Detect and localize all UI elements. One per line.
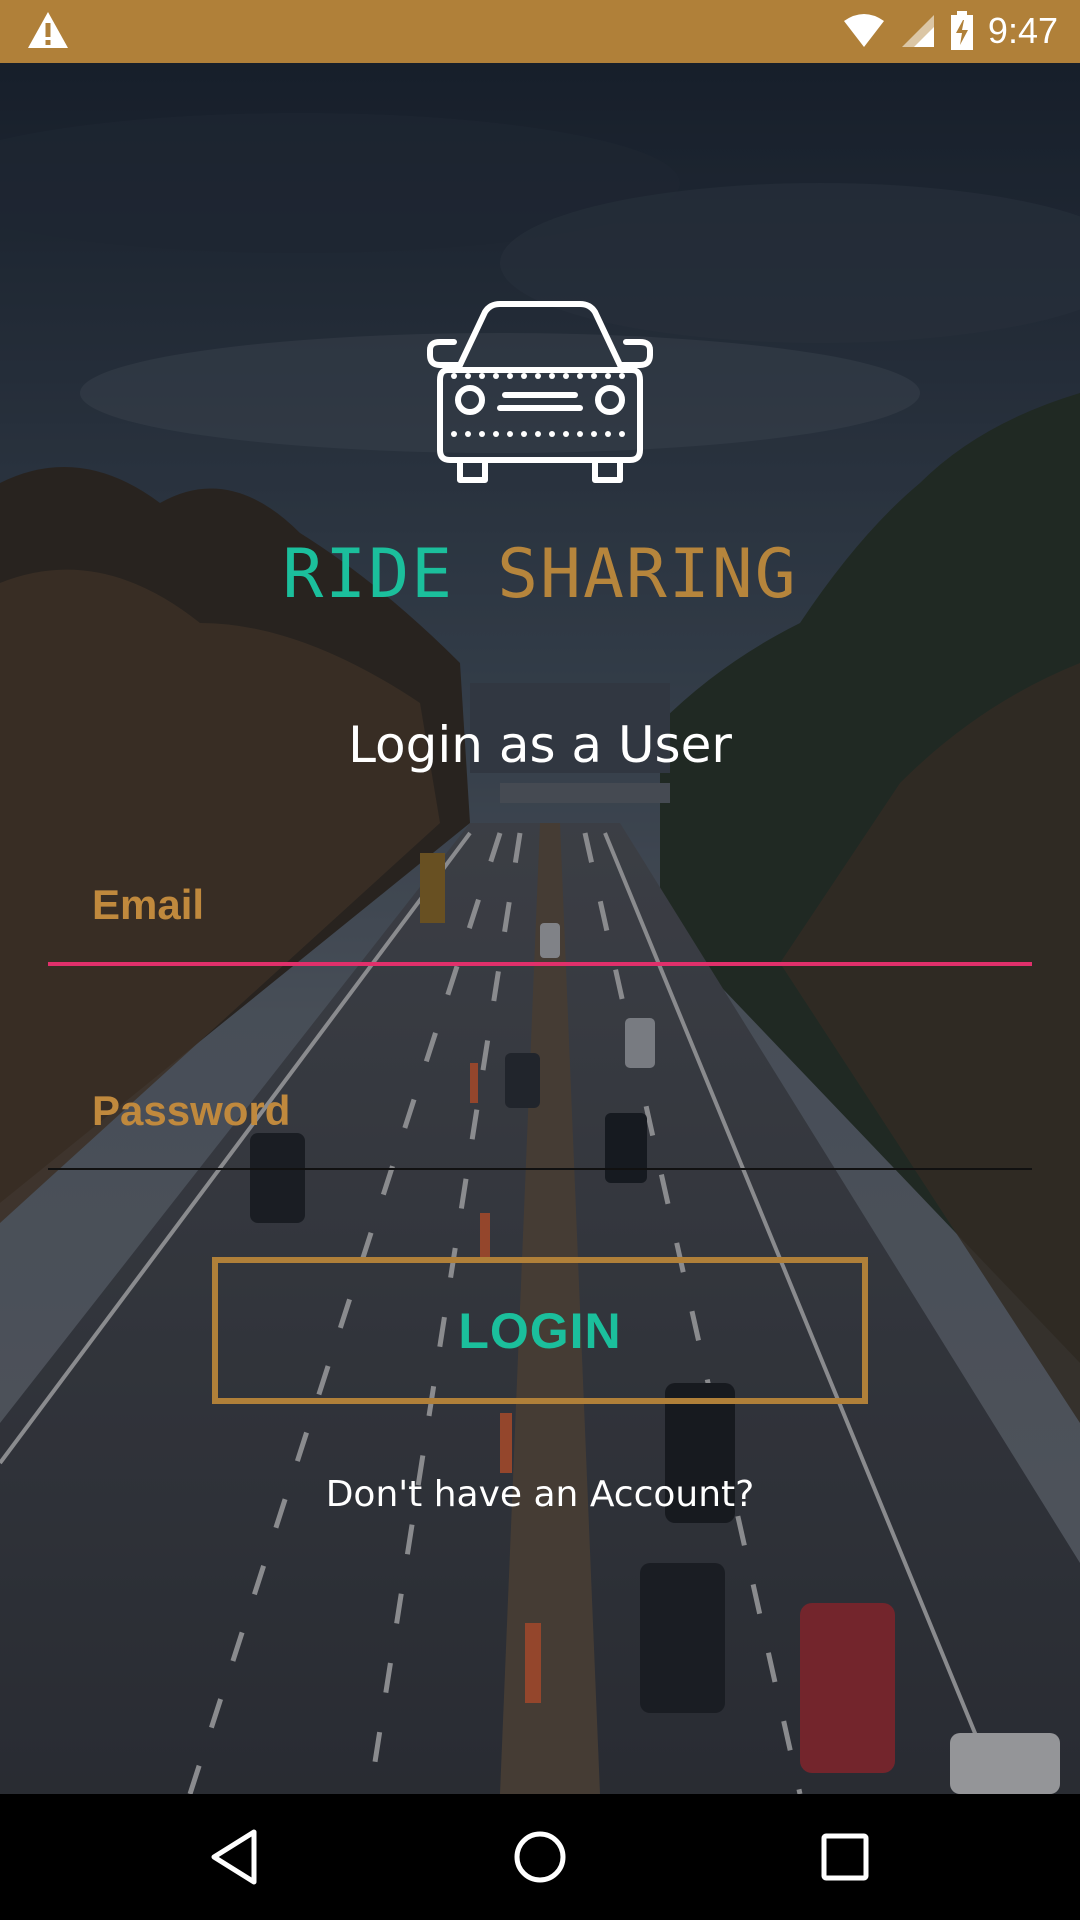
wifi-icon	[843, 14, 884, 47]
recents-icon[interactable]	[810, 1822, 880, 1892]
app-title-sharing: SHARING	[497, 535, 798, 614]
signal-icon	[901, 15, 934, 47]
back-icon[interactable]	[202, 1822, 272, 1892]
email-input[interactable]	[48, 860, 1032, 950]
clock-time: 9:47	[987, 10, 1058, 51]
car-logo-icon	[427, 301, 653, 483]
email-field-container	[48, 860, 1032, 970]
status-icons: 9:47	[842, 6, 1058, 56]
battery-charging-icon	[950, 11, 973, 50]
login-button[interactable]: LOGIN	[212, 1257, 868, 1404]
signup-link[interactable]: Don't have an Account?	[0, 1474, 1080, 1515]
password-underline	[48, 1168, 1032, 1170]
warning-icon	[28, 12, 68, 48]
login-subtitle: Login as a User	[348, 716, 732, 774]
navigation-bar	[0, 1794, 1080, 1920]
app-title-ride: RIDE	[282, 535, 455, 614]
status-bar: 9:47	[0, 0, 1080, 63]
password-input[interactable]	[48, 1066, 1032, 1156]
app-title: RIDE SHARING	[0, 535, 1080, 614]
password-field-container	[48, 1066, 1032, 1176]
home-icon[interactable]	[505, 1822, 575, 1892]
email-underline	[48, 962, 1032, 966]
